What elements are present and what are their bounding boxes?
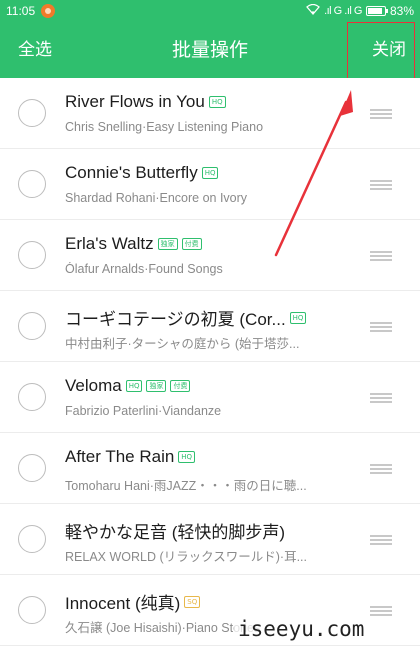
quality-badge: 独家 xyxy=(146,380,167,392)
quality-badge: SQ xyxy=(184,595,201,608)
quality-badge: 独家 xyxy=(157,238,178,250)
drag-handle-icon[interactable] xyxy=(370,251,392,261)
song-subtitle: Ólafur Arnalds·Found Songs xyxy=(65,262,223,276)
song-checkbox[interactable] xyxy=(18,454,46,482)
song-title-text: Connie's Butterfly xyxy=(65,163,198,182)
song-title: コーギコテージの初夏 (Cor... HQ xyxy=(65,305,307,330)
song-subtitle: 久石譲 (Joe Hisaishi)·Piano Stories xyxy=(65,621,261,635)
song-checkbox[interactable] xyxy=(18,241,46,269)
song-subtitle: 中村由利子·ターシャの庭から (始于塔莎... xyxy=(65,337,300,351)
song-title: Erla's Waltz 独家 付费 xyxy=(65,234,202,254)
song-title: 軽やかな足音 (轻快的脚步声) xyxy=(65,518,285,543)
song-row[interactable]: After The Rain HQ Tomoharu Hani·雨JAZZ・・・雨の… xyxy=(0,433,420,504)
battery-percent: 83% xyxy=(389,4,414,18)
song-title: Veloma HQ 独家 付费 xyxy=(65,376,191,396)
status-time: 11:05 xyxy=(6,4,36,18)
quality-badge: HQ xyxy=(208,96,226,108)
song-checkbox[interactable] xyxy=(18,312,46,340)
song-row[interactable]: Connie's Butterfly HQ Shardad Rohani·Encor… xyxy=(0,149,420,220)
quality-badge: HQ xyxy=(289,311,307,324)
song-subtitle: Fabrizio Paterlini·Viandanze xyxy=(65,404,222,418)
song-checkbox[interactable] xyxy=(18,383,46,411)
song-title: Innocent (纯真) SQ xyxy=(65,589,201,614)
quality-badge: HQ xyxy=(178,451,196,463)
song-checkbox[interactable] xyxy=(18,99,46,127)
drag-handle-icon[interactable] xyxy=(370,464,392,474)
song-checkbox[interactable] xyxy=(18,170,46,198)
song-row[interactable]: River Flows in You HQ Chris Snelling·Easy … xyxy=(0,78,420,149)
song-title-text: Veloma xyxy=(65,376,122,395)
song-subtitle: RELAX WORLD (リラックスワールド)·耳... xyxy=(65,550,307,564)
select-all-button[interactable]: 全选 xyxy=(18,22,52,78)
song-row[interactable]: Erla's Waltz 独家 付费 Ólafur Arnalds·Found Son… xyxy=(0,220,420,291)
drag-handle-icon[interactable] xyxy=(370,109,392,119)
battery-icon xyxy=(365,6,388,16)
song-subtitle: Shardad Rohani·Encore on Ivory xyxy=(65,191,248,205)
drag-handle-icon[interactable] xyxy=(370,606,392,616)
close-button[interactable]: 关闭 xyxy=(372,22,406,78)
song-checkbox[interactable] xyxy=(18,525,46,553)
song-title: River Flows in You HQ xyxy=(65,92,226,112)
drag-handle-icon[interactable] xyxy=(370,535,392,545)
notification-icon xyxy=(41,4,56,18)
song-title-text: After The Rain xyxy=(65,447,175,466)
drag-handle-icon[interactable] xyxy=(370,322,392,332)
status-bar: 11:05 .ıl G .ıl G 83% xyxy=(0,0,420,22)
song-row[interactable]: 軽やかな足音 (轻快的脚步声) RELAX WORLD (リラックスワールド)·耳… xyxy=(0,504,420,575)
wifi-icon xyxy=(306,3,320,18)
song-title: After The Rain HQ xyxy=(65,447,196,467)
song-title-text: Erla's Waltz xyxy=(65,234,154,253)
song-title-text: Innocent (纯真) xyxy=(65,594,181,613)
song-row[interactable]: コーギコテージの初夏 (Cor... HQ 中村由利子·ターシャの庭から (始于塔莎… xyxy=(0,291,420,362)
status-right: .ıl G .ıl G 83% xyxy=(306,3,414,18)
page-title: 批量操作 xyxy=(171,39,248,61)
quality-badge: HQ xyxy=(201,167,219,179)
song-title-text: 軽やかな足音 (轻快的脚步声) xyxy=(65,523,286,542)
drag-handle-icon[interactable] xyxy=(370,393,392,403)
quality-badge: 付费 xyxy=(181,238,202,250)
song-checkbox[interactable] xyxy=(18,596,46,624)
quality-badge: HQ xyxy=(125,380,143,392)
song-title-text: コーギコテージの初夏 (Cor... xyxy=(65,310,286,329)
song-list: River Flows in You HQ Chris Snelling·Easy … xyxy=(0,78,420,646)
signal-indicator: .ıl G .ıl G xyxy=(324,5,362,17)
song-subtitle: Tomoharu Hani·雨JAZZ・・・雨の日に聴... xyxy=(65,479,307,493)
song-subtitle: Chris Snelling·Easy Listening Piano xyxy=(65,120,264,134)
quality-badge: 付费 xyxy=(170,380,191,392)
app-header: 全选 批量操作 关闭 xyxy=(0,22,420,78)
watermark: iseeyu.com xyxy=(234,617,369,641)
song-title-text: River Flows in You xyxy=(65,92,205,111)
song-title: Connie's Butterfly HQ xyxy=(65,163,219,183)
song-row[interactable]: Veloma HQ 独家 付费 Fabrizio Paterlini·Viandanze xyxy=(0,362,420,433)
drag-handle-icon[interactable] xyxy=(370,180,392,190)
